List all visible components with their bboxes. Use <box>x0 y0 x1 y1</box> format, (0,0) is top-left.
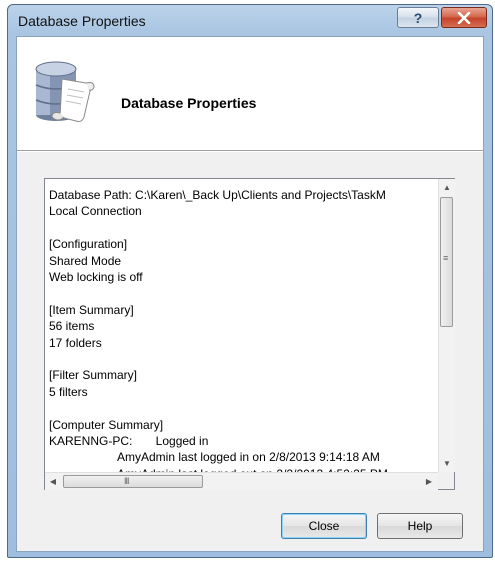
text-line: Web locking is off <box>49 270 143 284</box>
text-line: KARENNG-PC: Logged in <box>49 434 209 448</box>
text-line: Database Path: C:\Karen\_Back Up\Clients… <box>49 188 386 202</box>
dialog-header: Database Properties <box>17 37 483 151</box>
database-scroll-icon <box>35 61 95 122</box>
text-line: [Computer Summary] <box>49 417 164 432</box>
horizontal-scroll-thumb[interactable]: III <box>63 475 203 488</box>
text-line: Shared Mode <box>49 253 122 268</box>
text-line: 17 folders <box>49 335 102 350</box>
text-line: 56 items <box>49 319 95 334</box>
dialog-window: Database Properties ? Database Propertie… <box>7 4 493 558</box>
help-button[interactable]: Help <box>377 513 463 539</box>
close-icon <box>457 11 471 24</box>
text-line: [Item Summary] <box>49 302 134 317</box>
text-line: AmyAdmin last logged in on 2/8/2013 9:14… <box>117 450 380 465</box>
properties-text-area[interactable]: Database Path: C:\Karen\_Back Up\Clients… <box>45 179 437 472</box>
scroll-right-arrow-icon[interactable]: ▶ <box>421 473 437 490</box>
scroll-left-arrow-icon[interactable]: ◀ <box>45 473 61 490</box>
text-line: 5 filters <box>49 384 88 399</box>
vertical-scrollbar[interactable]: ▲ ≡ ▼ <box>438 179 455 472</box>
vertical-scroll-thumb[interactable]: ≡ <box>440 197 453 327</box>
dialog-client-area: Database Properties Database Path: C:\Ka… <box>16 36 484 552</box>
help-icon: ? <box>413 9 423 26</box>
grip-icon: ≡ <box>443 253 449 263</box>
scroll-down-arrow-icon[interactable]: ▼ <box>439 455 455 472</box>
titlebar-close-button[interactable] <box>441 7 487 28</box>
grip-icon: III <box>124 476 129 486</box>
title-bar[interactable]: Database Properties ? <box>8 5 492 37</box>
horizontal-scrollbar[interactable]: ◀ III ▶ <box>45 472 438 490</box>
header-divider <box>17 150 483 152</box>
close-button[interactable]: Close <box>281 513 367 539</box>
text-line: Local Connection <box>49 204 142 219</box>
scrollbar-corner <box>438 472 454 489</box>
scroll-up-arrow-icon[interactable]: ▲ <box>439 179 455 196</box>
properties-textbox[interactable]: Database Path: C:\Karen\_Back Up\Clients… <box>44 178 455 490</box>
titlebar-help-button[interactable]: ? <box>397 7 439 28</box>
header-title: Database Properties <box>121 95 257 111</box>
text-line: [Filter Summary] <box>49 368 138 383</box>
text-line: [Configuration] <box>49 237 128 252</box>
window-title: Database Properties <box>18 13 146 29</box>
